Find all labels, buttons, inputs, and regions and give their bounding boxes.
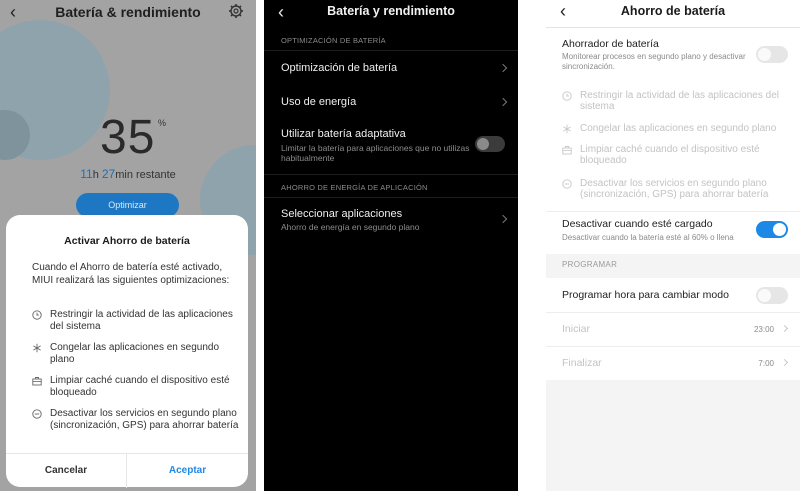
adaptive-battery-toggle[interactable] <box>475 136 505 152</box>
empty-area <box>546 380 800 491</box>
toggle-knob <box>477 138 489 150</box>
remaining-minutes: 27 <box>101 167 116 181</box>
disable-when-charged-description: Desactivar cuando la batería esté al 60%… <box>562 233 734 242</box>
battery-saver-screen: ‹ Ahorro de batería Ahorrador de batería… <box>546 0 800 491</box>
energy-usage-item[interactable]: Uso de energía <box>281 96 507 108</box>
select-apps-item[interactable]: Seleccionar aplicaciones <box>281 208 507 220</box>
dialog-item-text: Desactivar los servicios en segundo plan… <box>50 408 239 431</box>
divider <box>546 346 800 347</box>
cancel-button[interactable]: Cancelar <box>6 454 127 488</box>
adaptive-battery-description: Limitar la batería para aplicaciones que… <box>281 143 470 163</box>
remaining-time: 11h 27min restante <box>0 167 256 181</box>
clock-icon <box>32 310 42 320</box>
schedule-section: PROGRAMAR <box>546 254 800 278</box>
schedule-toggle[interactable] <box>756 287 788 304</box>
optimize-button[interactable]: Optimizar <box>76 193 179 217</box>
page-title: Ahorro de batería <box>620 4 726 18</box>
snowflake-icon <box>33 343 41 353</box>
divider <box>264 197 518 198</box>
select-apps-description: Ahorro de energía en segundo plano <box>281 222 420 232</box>
toggle-knob <box>758 48 771 61</box>
briefcase-icon <box>32 377 42 386</box>
adaptive-battery-item[interactable]: Utilizar batería adaptativa <box>281 128 507 140</box>
accept-button[interactable]: Aceptar <box>127 454 248 488</box>
start-time-value: 23:00 <box>753 325 774 334</box>
saver-feature-text: Congelar las aplicaciones en segundo pla… <box>580 123 777 134</box>
battery-settings-dark-screen: ‹ Batería y rendimiento OPTIMIZACIÓN DE … <box>264 0 518 491</box>
divider <box>546 312 800 313</box>
gear-icon[interactable] <box>228 3 244 19</box>
percent-sign: % <box>158 118 167 128</box>
dialog-item-text: Restringir la actividad de las aplicacio… <box>50 309 233 332</box>
dialog-buttons: Cancelar Aceptar <box>6 453 248 488</box>
battery-saver-toggle[interactable] <box>756 46 788 63</box>
battery-percent: 35 <box>100 111 156 164</box>
dialog-title: Activar Ahorro de batería <box>64 235 190 247</box>
divider <box>264 174 518 175</box>
clock-icon <box>562 91 572 101</box>
end-time-item[interactable]: Finalizar <box>562 357 762 369</box>
remaining-hours: 11 <box>80 167 93 181</box>
battery-performance-screen: ‹ Batería & rendimiento 35 % 11h 27min r… <box>0 0 256 491</box>
section-header: OPTIMIZACIÓN DE BATERÍA <box>281 36 386 45</box>
hours-unit: h <box>92 169 99 181</box>
page-title: Batería y rendimiento <box>327 4 455 18</box>
start-time-item[interactable]: Iniciar <box>562 323 762 335</box>
end-time-value: 7:00 <box>758 359 774 368</box>
minus-circle-icon <box>562 179 572 189</box>
disable-when-charged-toggle[interactable] <box>756 221 788 238</box>
chevron-right-icon <box>780 324 789 333</box>
battery-saver-description: Monitorear procesos en segundo plano y d… <box>562 52 746 71</box>
page-title: Batería & rendimiento <box>55 4 201 20</box>
schedule-mode-item[interactable]: Programar hora para cambiar modo <box>562 289 762 301</box>
saver-feature-text: Limpiar caché cuando el dispositivo esté… <box>580 144 760 166</box>
saver-feature-text: Desactivar los servicios en segundo plan… <box>580 178 769 200</box>
minus-circle-icon <box>32 409 42 419</box>
battery-optimization-item[interactable]: Optimización de batería <box>281 62 507 74</box>
saver-feature-text: Restringir la actividad de las aplicacio… <box>580 90 779 112</box>
section-header: PROGRAMAR <box>562 260 618 269</box>
briefcase-icon <box>562 146 572 155</box>
divider <box>546 211 800 212</box>
dialog-item-text: Congelar las aplicaciones en segundo pla… <box>50 342 220 365</box>
disable-when-charged-item[interactable]: Desactivar cuando esté cargado <box>562 218 762 230</box>
remaining-suffix: min restante <box>115 169 176 181</box>
toggle-knob <box>773 223 786 236</box>
section-header: AHORRO DE ENERGÍA DE APLICACIÓN <box>281 183 428 192</box>
divider <box>546 27 800 28</box>
dialog-item-text: Limpiar caché cuando el dispositivo esté… <box>50 375 230 398</box>
chevron-right-icon <box>780 358 789 367</box>
snowflake-icon <box>563 124 571 134</box>
battery-saver-dialog: Activar Ahorro de batería Cuando el Ahor… <box>6 215 248 488</box>
toggle-knob <box>758 289 771 302</box>
screenshot-root: ‹ Batería & rendimiento 35 % 11h 27min r… <box>0 0 800 491</box>
dialog-intro: Cuando el Ahorro de batería esté activad… <box>32 262 230 286</box>
top-bar: ‹ Batería & rendimiento <box>0 0 256 24</box>
divider <box>264 50 518 51</box>
battery-saver-item[interactable]: Ahorrador de batería <box>562 38 762 50</box>
